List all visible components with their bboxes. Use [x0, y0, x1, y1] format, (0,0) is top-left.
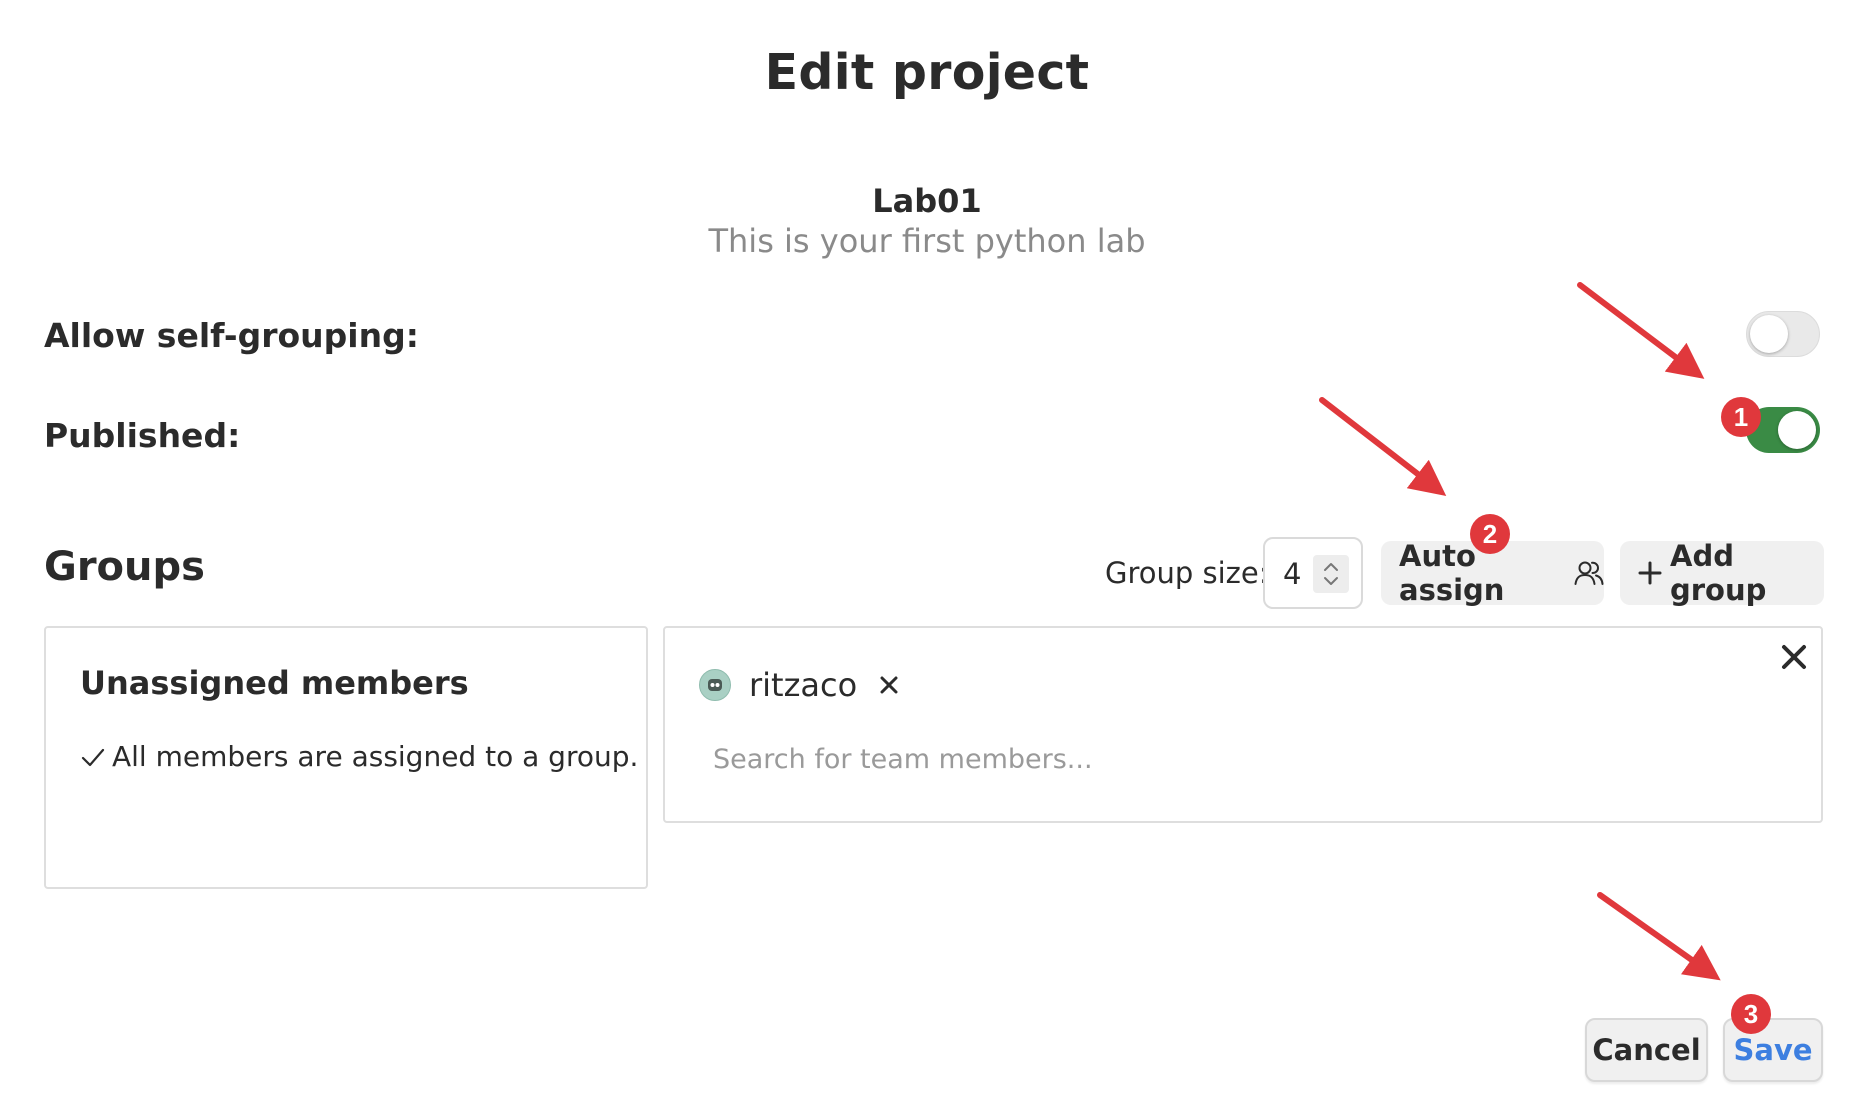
- annotation-arrow-3: [1597, 892, 1721, 981]
- annotation-badge-1: 1: [1721, 397, 1761, 437]
- annotation-badge-2: 2: [1470, 514, 1510, 554]
- annotation-badge-3: 3: [1731, 994, 1771, 1034]
- annotation-arrow-2: [1319, 397, 1447, 497]
- annotation-arrows: [1319, 282, 1721, 981]
- annotation-arrow-1: [1577, 282, 1705, 379]
